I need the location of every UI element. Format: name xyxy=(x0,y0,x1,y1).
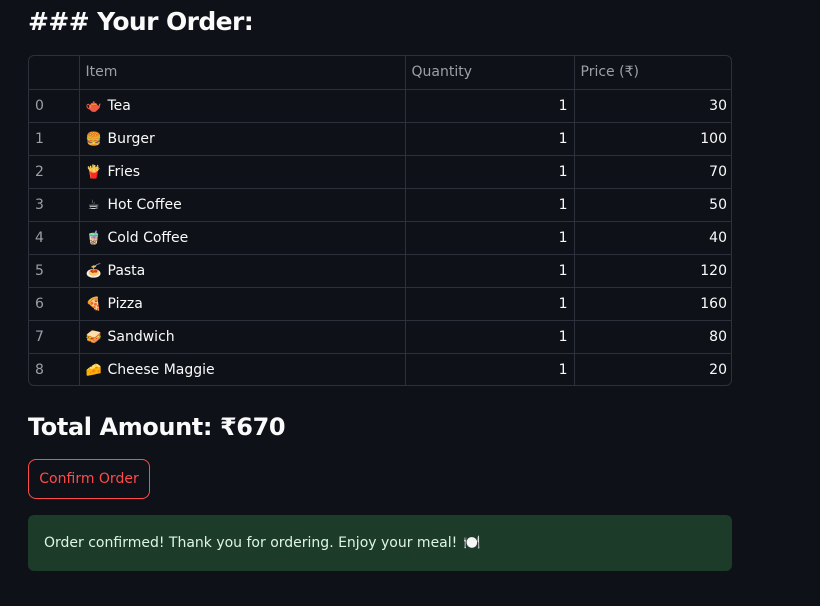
app-page: ### Your Order: Item Quantity Price (₹) … xyxy=(0,0,820,606)
column-header-item[interactable]: Item xyxy=(79,56,406,90)
quantity-cell[interactable]: 1 xyxy=(405,122,575,156)
success-message: Order confirmed! Thank you for ordering.… xyxy=(44,535,458,551)
table-row: 6 🍕 Pizza 1 160 xyxy=(29,287,731,321)
item-cell[interactable]: 🧋 Cold Coffee xyxy=(79,221,406,255)
row-index-cell[interactable]: 6 xyxy=(29,287,80,321)
item-name: Cheese Maggie xyxy=(107,361,215,378)
table-row: 2 🍟 Fries 1 70 xyxy=(29,155,731,189)
quantity-cell[interactable]: 1 xyxy=(405,221,575,255)
item-name: Burger xyxy=(107,130,155,147)
quantity-cell[interactable]: 1 xyxy=(405,353,575,385)
quantity-cell[interactable]: 1 xyxy=(405,320,575,354)
order-heading: ### Your Order: xyxy=(28,7,254,36)
table-row: 8 🧀 Cheese Maggie 1 20 xyxy=(29,353,731,385)
item-cell[interactable]: 🍟 Fries xyxy=(79,155,406,189)
table-body: 0 🫖 Tea 1 30 1 🍔 Burger 1 100 2 🍟 Fries 1 70 3 ☕ Hot Coff… xyxy=(29,89,731,385)
quantity-cell[interactable]: 1 xyxy=(405,155,575,189)
total-amount: Total Amount: ₹670 xyxy=(28,413,286,441)
price-cell[interactable]: 160 xyxy=(574,287,731,321)
row-index-cell[interactable]: 5 xyxy=(29,254,80,288)
quantity-cell[interactable]: 1 xyxy=(405,254,575,288)
quantity-cell[interactable]: 1 xyxy=(405,287,575,321)
price-cell[interactable]: 30 xyxy=(574,89,731,123)
price-cell[interactable]: 120 xyxy=(574,254,731,288)
row-index-cell[interactable]: 8 xyxy=(29,353,80,385)
table-row: 5 🍝 Pasta 1 120 xyxy=(29,254,731,288)
food-icon: 🥪 xyxy=(85,329,102,345)
table-row: 3 ☕ Hot Coffee 1 50 xyxy=(29,188,731,222)
row-index-cell[interactable]: 1 xyxy=(29,122,80,156)
food-icon: 🍕 xyxy=(85,296,102,312)
confirm-order-button[interactable]: Confirm Order xyxy=(28,459,150,499)
quantity-cell[interactable]: 1 xyxy=(405,188,575,222)
item-name: Hot Coffee xyxy=(107,196,182,213)
food-icon: 🍔 xyxy=(85,131,102,147)
row-index-cell[interactable]: 0 xyxy=(29,89,80,123)
item-name: Sandwich xyxy=(107,328,175,345)
table-row: 1 🍔 Burger 1 100 xyxy=(29,122,731,156)
item-cell[interactable]: ☕ Hot Coffee xyxy=(79,188,406,222)
item-name: Fries xyxy=(107,163,141,180)
item-name: Cold Coffee xyxy=(107,229,189,246)
column-header-quantity[interactable]: Quantity xyxy=(405,56,575,90)
item-cell[interactable]: 🧀 Cheese Maggie xyxy=(79,353,406,385)
price-cell[interactable]: 20 xyxy=(574,353,731,385)
price-cell[interactable]: 40 xyxy=(574,221,731,255)
quantity-cell[interactable]: 1 xyxy=(405,89,575,123)
row-index-cell[interactable]: 2 xyxy=(29,155,80,189)
food-icon: 🫖 xyxy=(85,98,102,114)
item-cell[interactable]: 🫖 Tea xyxy=(79,89,406,123)
table-header-row: Item Quantity Price (₹) xyxy=(29,56,731,90)
success-alert: Order confirmed! Thank you for ordering.… xyxy=(28,515,732,571)
food-icon: 🧋 xyxy=(85,230,102,246)
plate-icon: 🍽️ xyxy=(463,535,481,551)
price-cell[interactable]: 80 xyxy=(574,320,731,354)
food-icon: 🧀 xyxy=(85,362,102,378)
row-index-cell[interactable]: 3 xyxy=(29,188,80,222)
item-cell[interactable]: 🍔 Burger xyxy=(79,122,406,156)
item-name: Pasta xyxy=(107,262,146,279)
column-header-index[interactable] xyxy=(29,56,80,90)
item-name: Pizza xyxy=(107,295,143,312)
price-cell[interactable]: 70 xyxy=(574,155,731,189)
table-row: 7 🥪 Sandwich 1 80 xyxy=(29,320,731,354)
food-icon: 🍝 xyxy=(85,263,102,279)
item-cell[interactable]: 🍝 Pasta xyxy=(79,254,406,288)
item-name: Tea xyxy=(107,97,131,114)
food-icon: 🍟 xyxy=(85,164,102,180)
food-icon: ☕ xyxy=(87,197,100,213)
row-index-cell[interactable]: 7 xyxy=(29,320,80,354)
row-index-cell[interactable]: 4 xyxy=(29,221,80,255)
item-cell[interactable]: 🥪 Sandwich xyxy=(79,320,406,354)
column-header-price[interactable]: Price (₹) xyxy=(574,56,731,90)
table-row: 0 🫖 Tea 1 30 xyxy=(29,89,731,123)
order-table[interactable]: Item Quantity Price (₹) 0 🫖 Tea 1 30 1 🍔 Burger… xyxy=(28,55,732,386)
item-cell[interactable]: 🍕 Pizza xyxy=(79,287,406,321)
price-cell[interactable]: 50 xyxy=(574,188,731,222)
table-row: 4 🧋 Cold Coffee 1 40 xyxy=(29,221,731,255)
price-cell[interactable]: 100 xyxy=(574,122,731,156)
